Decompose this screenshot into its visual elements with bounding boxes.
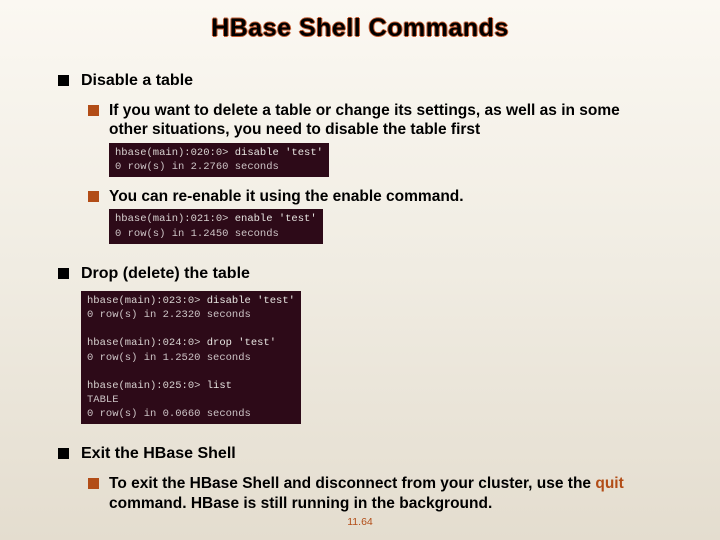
bullet-text: Disable a table: [81, 71, 193, 91]
square-bullet-icon: [58, 75, 69, 86]
sub-bullet-disable-desc: If you want to delete a table or change …: [88, 101, 662, 140]
dot-bullet-icon: [88, 191, 99, 202]
terminal-disable: hbase(main):020:0> disable 'test' 0 row(…: [109, 140, 662, 177]
square-bullet-icon: [58, 448, 69, 459]
slide-title: HBase Shell Commands: [0, 0, 720, 43]
quit-keyword: quit: [595, 475, 623, 492]
square-bullet-icon: [58, 268, 69, 279]
slide-content: Disable a table If you want to delete a …: [0, 43, 720, 513]
sub-bullet-text: If you want to delete a table or change …: [109, 101, 662, 140]
bullet-text: Drop (delete) the table: [81, 264, 250, 284]
terminal-drop: hbase(main):023:0> disable 'test' 0 row(…: [81, 288, 662, 425]
bullet-disable-table: Disable a table: [58, 71, 662, 91]
page-number: 11.64: [0, 516, 720, 528]
sub-bullet-text: You can re-enable it using the enable co…: [109, 187, 464, 206]
dot-bullet-icon: [88, 105, 99, 116]
terminal-enable: hbase(main):021:0> enable 'test' 0 row(s…: [109, 206, 662, 243]
sub-bullet-text: To exit the HBase Shell and disconnect f…: [109, 474, 662, 513]
sub-bullet-exit-desc: To exit the HBase Shell and disconnect f…: [88, 474, 662, 513]
sub-bullet-enable-desc: You can re-enable it using the enable co…: [88, 187, 662, 206]
bullet-text: Exit the HBase Shell: [81, 444, 236, 464]
dot-bullet-icon: [88, 478, 99, 489]
bullet-exit-shell: Exit the HBase Shell: [58, 444, 662, 464]
bullet-drop-table: Drop (delete) the table: [58, 264, 662, 284]
